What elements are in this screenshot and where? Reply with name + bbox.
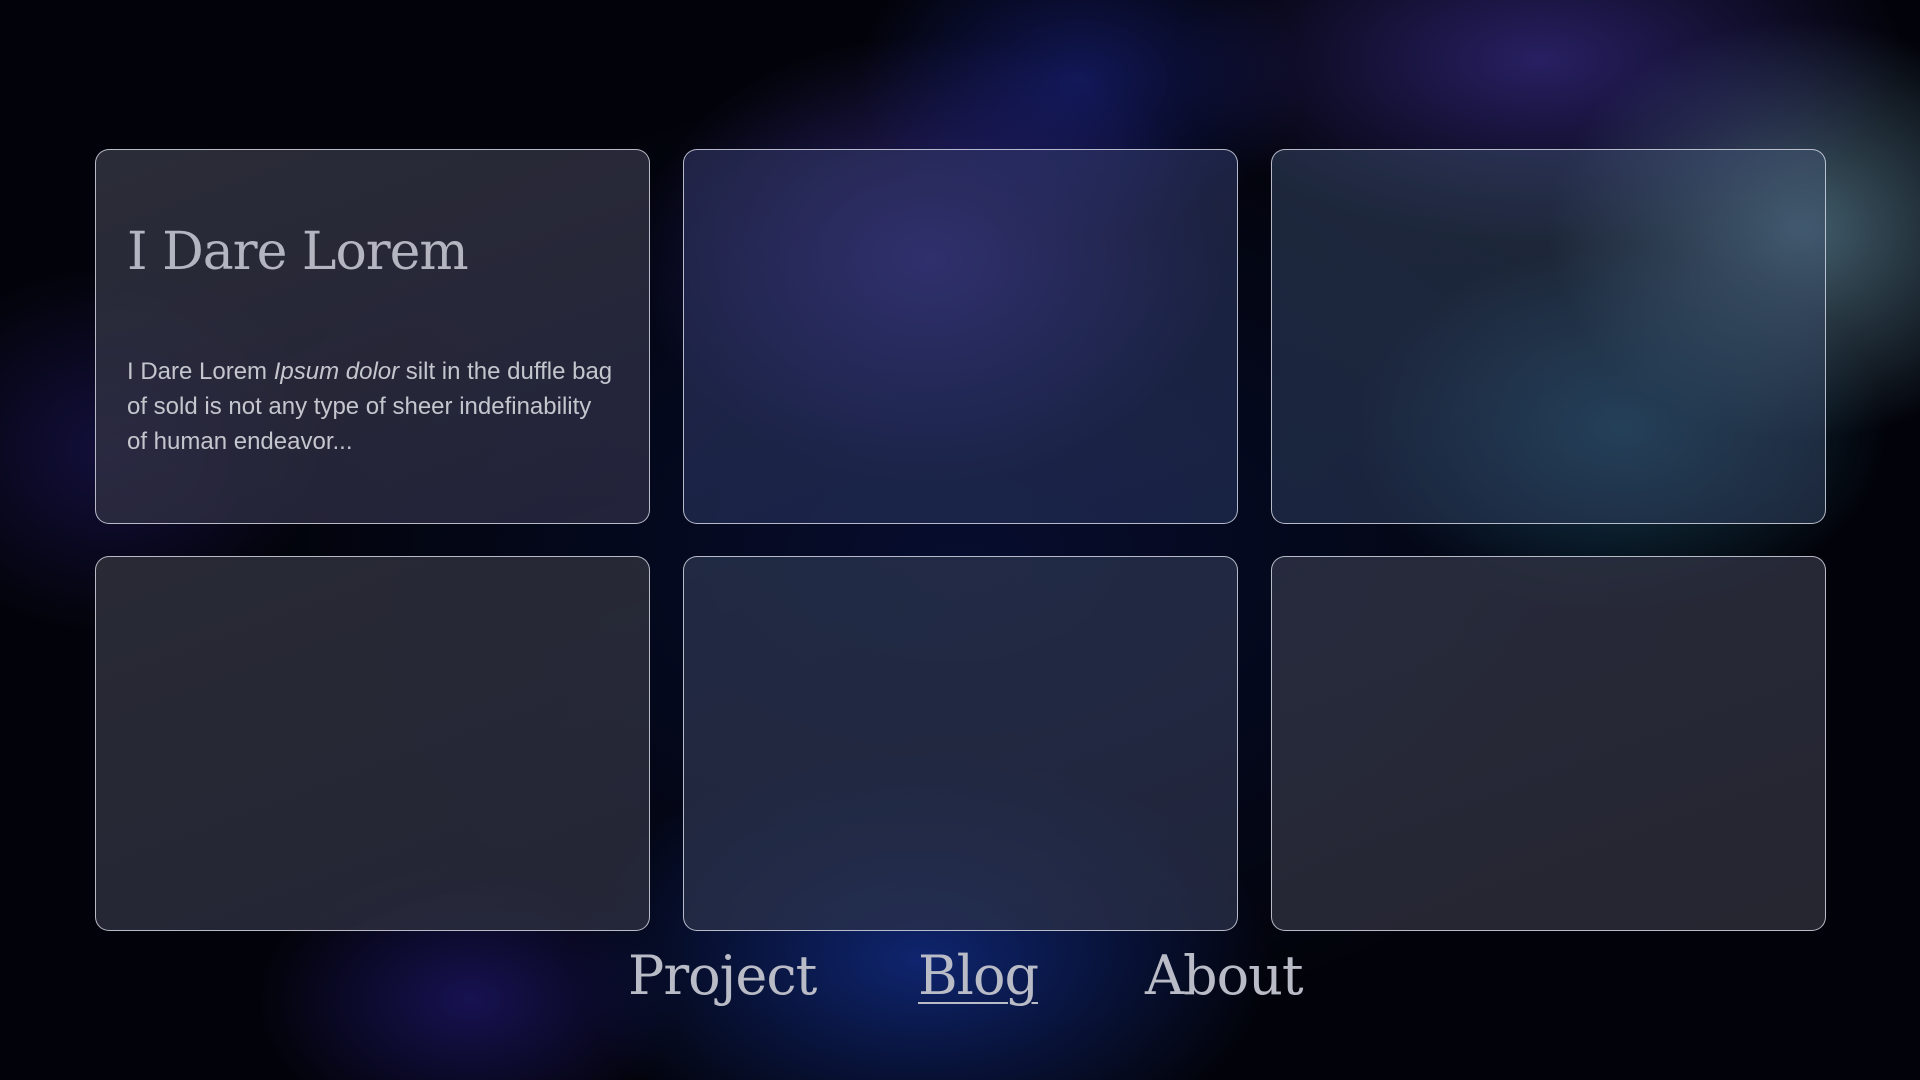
card-5[interactable] [683,556,1238,931]
card-description-emphasis: Ipsum dolor [273,358,400,385]
nav-link-blog[interactable]: Blog [918,944,1039,1007]
card-3[interactable] [1271,149,1826,524]
nav-link-about[interactable]: About [1145,944,1304,1007]
card-title: I Dare Lorem [127,222,469,282]
page-background: I Dare Lorem I Dare Lorem Ipsum dolor si… [0,0,1920,1080]
card-2[interactable] [683,149,1238,524]
card-6[interactable] [1271,556,1826,931]
card-description: I Dare Lorem Ipsum dolor silt in the duf… [127,354,617,459]
nav-link-project[interactable]: Project [628,944,817,1007]
card-4[interactable] [95,556,650,931]
card-featured[interactable]: I Dare Lorem I Dare Lorem Ipsum dolor si… [95,149,650,524]
bottom-nav: Project Blog About [0,944,1920,1024]
card-grid: I Dare Lorem I Dare Lorem Ipsum dolor si… [95,149,1826,931]
card-description-start: I Dare Lorem [127,358,274,385]
